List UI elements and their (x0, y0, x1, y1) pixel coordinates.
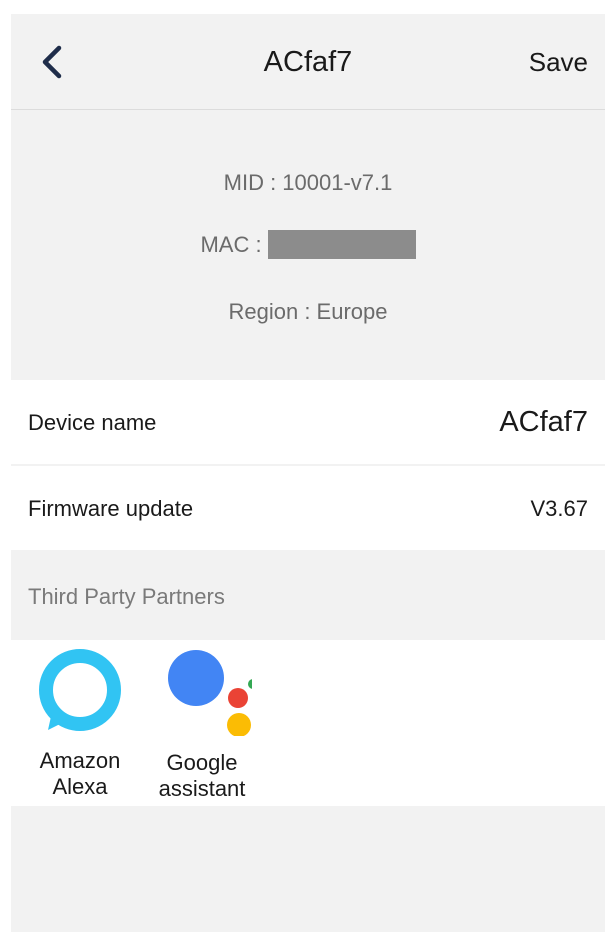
firmware-update-row[interactable]: Firmware update V3.67 (11, 466, 605, 550)
partners-grid: Amazon Alexa Google assistant (11, 640, 605, 806)
device-info-panel: MID : 10001-v7.1 MAC : Region : Europe (11, 110, 605, 378)
save-button[interactable]: Save (529, 47, 588, 78)
page-title: ACfaf7 (263, 46, 353, 78)
firmware-update-label: Firmware update (28, 496, 194, 521)
device-name-label: Device name (28, 410, 157, 435)
mac-row: MAC : (11, 230, 605, 259)
mac-label: MAC : (200, 231, 262, 257)
region-text: Region : Europe (228, 299, 388, 324)
mac-redacted-block (267, 230, 416, 259)
device-name-value: ACfaf7 (499, 406, 588, 438)
partner-name: Google assistant (158, 750, 246, 801)
alexa-icon (39, 649, 121, 731)
app-screen: ACfaf7 Save MID : 10001-v7.1 MAC : Regio… (11, 14, 605, 932)
top-app-bar: ACfaf7 Save (11, 14, 605, 110)
partner-amazon-alexa[interactable]: Amazon Alexa (20, 648, 140, 800)
google-assistant-icon (168, 650, 252, 736)
firmware-version-value: V3.67 (530, 496, 589, 521)
mid-text: MID : 10001-v7.1 (223, 170, 393, 195)
device-name-row[interactable]: Device name ACfaf7 (11, 380, 605, 464)
section-title-partners: Third Party Partners (28, 584, 225, 609)
partner-google-assistant[interactable]: Google assistant (142, 648, 262, 802)
partner-name: Amazon Alexa (39, 748, 121, 799)
